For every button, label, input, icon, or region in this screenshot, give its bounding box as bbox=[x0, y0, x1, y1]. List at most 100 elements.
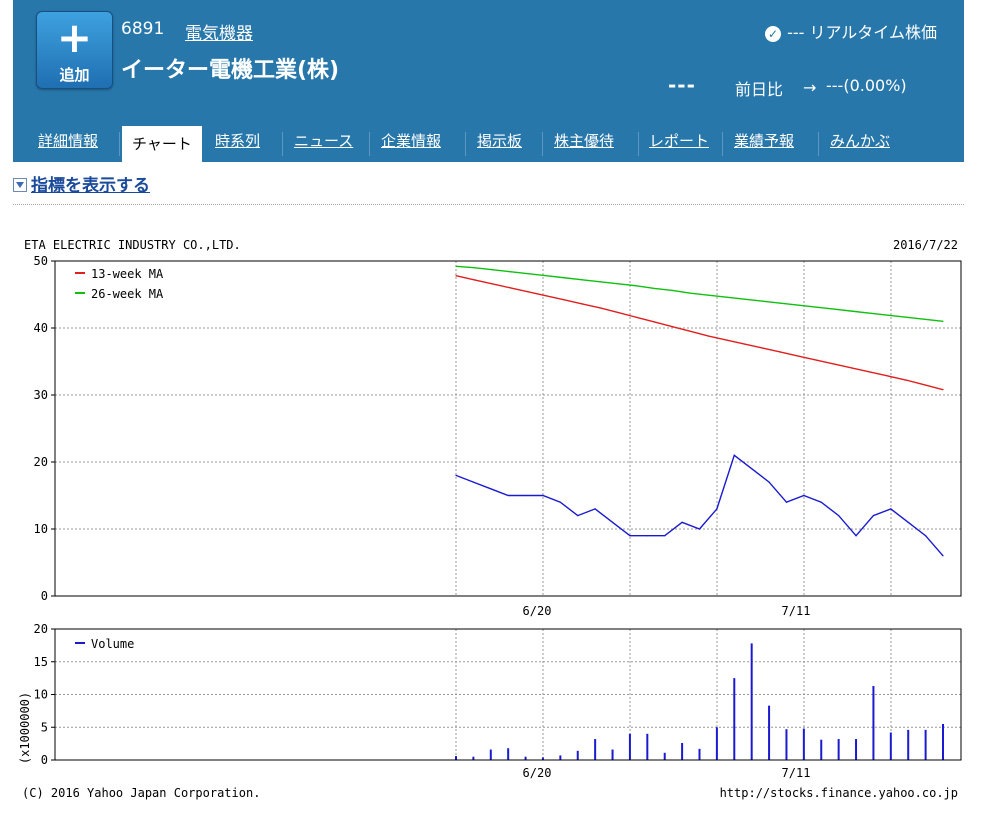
price-point-2 bbox=[855, 535, 857, 537]
volume-legend: Volume bbox=[75, 637, 134, 651]
price-point-2 bbox=[838, 515, 840, 517]
price-point-1 bbox=[780, 302, 782, 304]
price-point-0 bbox=[545, 295, 547, 297]
price-y-tick: 0 bbox=[41, 589, 48, 603]
price-y-tick: 50 bbox=[34, 254, 48, 268]
price-point-2 bbox=[803, 494, 805, 497]
volume-y-tick: 5 bbox=[41, 720, 48, 734]
price-x-tick-2: 7/11 bbox=[782, 604, 811, 618]
volume-y-label: (x1000000) bbox=[18, 692, 32, 764]
price-point-2 bbox=[490, 488, 492, 490]
price-point-0 bbox=[527, 291, 529, 293]
volume-x-tick-2: 7/11 bbox=[782, 766, 811, 780]
price-point-0 bbox=[780, 351, 782, 353]
price-point-0 bbox=[870, 371, 872, 373]
price-point-0 bbox=[798, 355, 800, 357]
price-grid bbox=[55, 261, 961, 596]
price-point-1 bbox=[942, 320, 944, 322]
volume-bars bbox=[455, 643, 944, 760]
price-point-1 bbox=[527, 273, 529, 275]
price-point-0 bbox=[491, 283, 493, 285]
price-point-1 bbox=[707, 294, 710, 296]
price-point-2 bbox=[785, 501, 788, 503]
source-url: http://stocks.finance.yahoo.co.jp bbox=[720, 786, 958, 800]
price-point-1 bbox=[888, 314, 890, 316]
price-point-2 bbox=[594, 508, 596, 510]
price-point-0 bbox=[581, 303, 583, 305]
price-point-0 bbox=[834, 363, 836, 365]
volume-x-tick-1: 6/20 bbox=[523, 766, 552, 780]
price-point-1 bbox=[852, 310, 854, 312]
price-point-0 bbox=[473, 279, 475, 281]
price-x-tick-1: 6/20 bbox=[523, 604, 552, 618]
price-point-1 bbox=[906, 316, 908, 318]
price-point-0 bbox=[906, 379, 908, 381]
price-point-1 bbox=[870, 312, 872, 314]
price-point-1 bbox=[599, 281, 601, 283]
legend-ma26: 26-week MA bbox=[91, 287, 164, 301]
price-point-2 bbox=[716, 508, 718, 510]
price-point-2 bbox=[646, 535, 648, 537]
chart-date: 2016/7/22 bbox=[893, 238, 958, 252]
price-point-0 bbox=[653, 321, 656, 323]
price-point-0 bbox=[816, 359, 818, 361]
price-point-1 bbox=[635, 285, 637, 287]
price-series-line-0 bbox=[455, 275, 944, 391]
price-point-2 bbox=[472, 481, 474, 483]
price-point-0 bbox=[689, 330, 692, 332]
price-point-1 bbox=[689, 292, 692, 294]
price-point-1 bbox=[725, 296, 728, 298]
price-point-1 bbox=[563, 277, 565, 279]
price-point-2 bbox=[455, 474, 457, 476]
price-point-0 bbox=[707, 335, 710, 337]
price-point-2 bbox=[925, 535, 927, 537]
price-point-2 bbox=[768, 481, 770, 483]
price-point-2 bbox=[698, 528, 701, 530]
price-point-1 bbox=[671, 289, 674, 292]
price-y-tick: 10 bbox=[34, 522, 48, 536]
price-point-0 bbox=[509, 287, 511, 289]
price-point-0 bbox=[635, 316, 637, 318]
price-point-0 bbox=[599, 307, 601, 309]
legend-volume: Volume bbox=[91, 637, 134, 651]
price-y-tick: 20 bbox=[34, 455, 48, 469]
volume-y-tick: 15 bbox=[34, 655, 48, 669]
price-point-2 bbox=[907, 521, 909, 523]
price-point-2 bbox=[559, 501, 561, 503]
price-point-0 bbox=[725, 339, 728, 341]
price-point-1 bbox=[491, 269, 493, 271]
price-point-1 bbox=[509, 271, 511, 273]
copyright-text: (C) 2016 Yahoo Japan Corporation. bbox=[22, 786, 260, 800]
price-point-1 bbox=[834, 308, 836, 310]
stock-chart: ETA ELECTRIC INDUSTRY CO.,LTD. 2016/7/22… bbox=[18, 238, 962, 800]
price-point-2 bbox=[542, 494, 544, 497]
volume-y-tick: 20 bbox=[34, 622, 48, 636]
legend-ma13: 13-week MA bbox=[91, 267, 164, 281]
price-point-0 bbox=[743, 343, 746, 345]
price-point-0 bbox=[762, 347, 764, 349]
price-point-0 bbox=[671, 326, 674, 328]
price-point-0 bbox=[888, 375, 890, 377]
price-point-2 bbox=[524, 494, 527, 497]
price-y-tick: 40 bbox=[34, 321, 48, 335]
price-plot-frame bbox=[54, 260, 962, 597]
volume-y-tick: 0 bbox=[41, 753, 48, 767]
volume-grid bbox=[55, 629, 961, 760]
price-point-1 bbox=[473, 267, 475, 269]
volume-y-tick: 10 bbox=[34, 688, 48, 702]
price-lines bbox=[455, 265, 944, 557]
price-point-2 bbox=[820, 501, 822, 503]
price-point-1 bbox=[816, 306, 818, 308]
price-point-1 bbox=[924, 318, 926, 320]
price-point-0 bbox=[617, 311, 619, 314]
price-point-2 bbox=[577, 515, 579, 517]
price-point-1 bbox=[617, 283, 619, 285]
price-point-1 bbox=[798, 304, 800, 306]
price-series-line-1 bbox=[455, 265, 944, 322]
price-point-2 bbox=[507, 494, 509, 497]
price-legend: 13-week MA 26-week MA bbox=[75, 267, 164, 301]
price-point-1 bbox=[455, 265, 457, 267]
price-point-0 bbox=[924, 384, 926, 386]
price-point-2 bbox=[872, 515, 875, 517]
price-point-2 bbox=[942, 555, 944, 557]
